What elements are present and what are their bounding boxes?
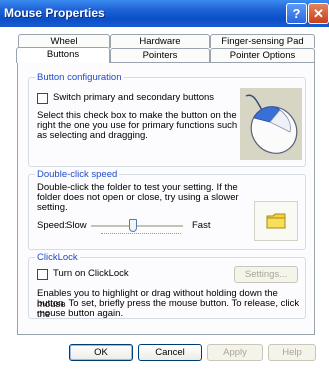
- window-title: Mouse Properties: [4, 6, 105, 20]
- switch-buttons-label[interactable]: Switch primary and secondary buttons: [53, 92, 214, 104]
- apply-label: Apply: [223, 347, 247, 358]
- speed-label: Speed:: [37, 220, 68, 231]
- tab-label: Pointers: [142, 50, 178, 61]
- cancel-label: Cancel: [155, 347, 185, 358]
- close-icon: ✕: [313, 6, 324, 21]
- mouse-icon: [245, 94, 298, 154]
- close-button[interactable]: ✕: [308, 3, 329, 24]
- ok-button[interactable]: OK: [69, 344, 133, 361]
- button-configuration-group: Button configuration Switch primary and …: [28, 72, 306, 167]
- help-title-button[interactable]: ?: [286, 3, 307, 24]
- config-description-line: as selecting and dragging.: [37, 130, 148, 141]
- switch-buttons-checkbox[interactable]: [37, 93, 48, 104]
- help-label: Help: [282, 347, 302, 358]
- double-click-speed-group: Double-click speed Double-click the fold…: [28, 169, 306, 250]
- slow-label: Slow: [66, 220, 87, 231]
- tab-wheel[interactable]: Wheel: [18, 34, 110, 48]
- buttons-tab-panel: Button configuration Switch primary and …: [17, 62, 315, 335]
- ok-label: OK: [94, 347, 108, 358]
- tab-buttons[interactable]: Buttons: [16, 47, 110, 63]
- tab-label: Hardware: [139, 36, 181, 47]
- clicklock-settings-button[interactable]: Settings...: [234, 266, 298, 283]
- title-bar[interactable]: Mouse Properties ? ✕: [0, 0, 329, 27]
- tab-label: Wheel: [50, 36, 78, 47]
- settings-button-label: Settings...: [244, 269, 288, 280]
- turn-on-clicklock-checkbox[interactable]: [37, 269, 48, 280]
- question-icon: ?: [292, 6, 301, 21]
- tab-label: Finger-sensing Pad: [221, 36, 304, 47]
- tab-finger-sensing-pad[interactable]: Finger-sensing Pad: [210, 34, 315, 48]
- double-click-description-line: setting.: [37, 202, 68, 213]
- tab-pointer-options[interactable]: Pointer Options: [210, 48, 315, 62]
- slider-ticks: [101, 233, 181, 235]
- mouse-properties-dialog: Mouse Properties ? ✕ Wheel Hardware Fing…: [0, 0, 329, 379]
- tab-pointers[interactable]: Pointers: [110, 48, 210, 62]
- clicklock-group: ClickLock Turn on ClickLock Settings... …: [28, 252, 306, 319]
- test-folder-area[interactable]: [254, 201, 298, 241]
- slider-track: [91, 225, 183, 228]
- group-heading: ClickLock: [35, 252, 80, 263]
- group-heading: Double-click speed: [35, 169, 120, 180]
- apply-button[interactable]: Apply: [207, 344, 263, 361]
- tab-hardware[interactable]: Hardware: [110, 34, 210, 48]
- folder-icon: [266, 213, 286, 229]
- clicklock-description-line: mouse button again.: [37, 308, 124, 319]
- help-button[interactable]: Help: [268, 344, 316, 361]
- tab-label: Pointer Options: [229, 50, 296, 61]
- mouse-illustration: [240, 88, 302, 160]
- group-heading: Button configuration: [35, 72, 124, 83]
- turn-on-clicklock-label[interactable]: Turn on ClickLock: [53, 268, 129, 280]
- cancel-button[interactable]: Cancel: [138, 344, 202, 361]
- double-click-speed-slider[interactable]: [91, 219, 183, 239]
- slider-thumb[interactable]: [129, 219, 137, 232]
- fast-label: Fast: [192, 220, 211, 231]
- tab-label: Buttons: [46, 49, 80, 60]
